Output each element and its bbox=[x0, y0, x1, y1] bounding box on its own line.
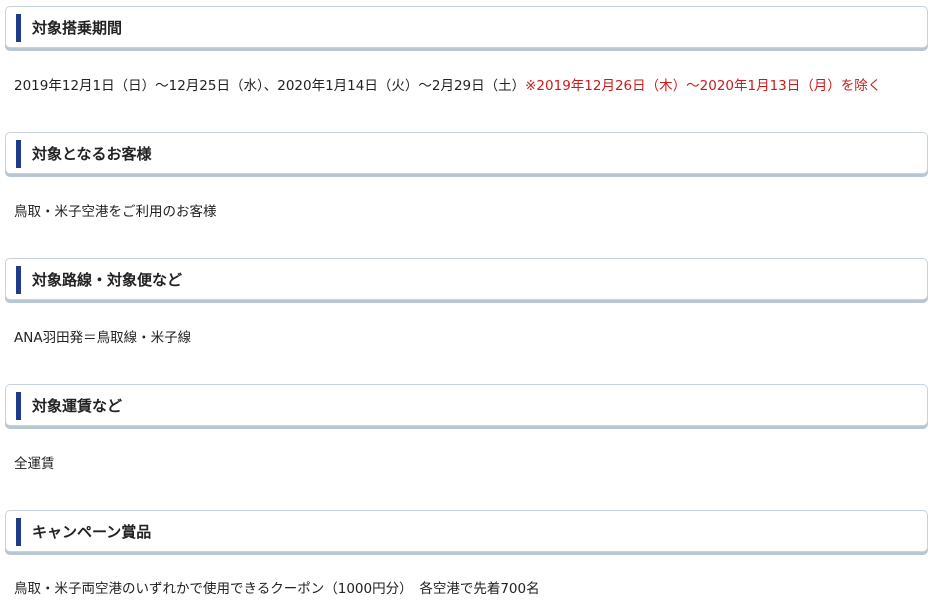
section-heading: 対象路線・対象便など bbox=[32, 271, 183, 289]
section-body: 2019年12月1日（日）～12月25日（水）、2020年1月14日（火）～2月… bbox=[14, 77, 881, 95]
section-body: 全運賃 bbox=[14, 456, 55, 472]
section-body: 鳥取・米子空港をご利用のお客様 bbox=[14, 204, 217, 220]
heading-accent-bar bbox=[16, 392, 21, 420]
section-heading: キャンペーン賞品 bbox=[32, 523, 152, 541]
section-heading-box: 対象となるお客様 bbox=[5, 132, 928, 174]
heading-accent-bar bbox=[16, 518, 21, 546]
boarding-period-text: 2019年12月1日（日）～12月25日（水）、2020年1月14日（火）～2月… bbox=[14, 78, 526, 94]
section-heading-box: キャンペーン賞品 bbox=[5, 510, 928, 552]
heading-accent-bar bbox=[16, 14, 21, 42]
section-heading-box: 対象搭乗期間 bbox=[5, 6, 928, 48]
section-heading: 対象搭乗期間 bbox=[32, 19, 123, 37]
exclusion-note: ※2019年12月26日（木）～2020年1月13日（月）を除く bbox=[525, 78, 882, 94]
heading-accent-bar bbox=[16, 266, 21, 294]
section-heading: 対象運賃など bbox=[32, 397, 123, 415]
section-heading-box: 対象路線・対象便など bbox=[5, 258, 928, 300]
section-body: ANA羽田発＝鳥取線・米子線 bbox=[14, 330, 192, 346]
heading-accent-bar bbox=[16, 140, 21, 168]
section-heading-box: 対象運賃など bbox=[5, 384, 928, 426]
section-heading: 対象となるお客様 bbox=[32, 145, 152, 163]
section-body: 鳥取・米子両空港のいずれかで使用できるクーポン（1000円分） 各空港で先着70… bbox=[14, 581, 540, 597]
